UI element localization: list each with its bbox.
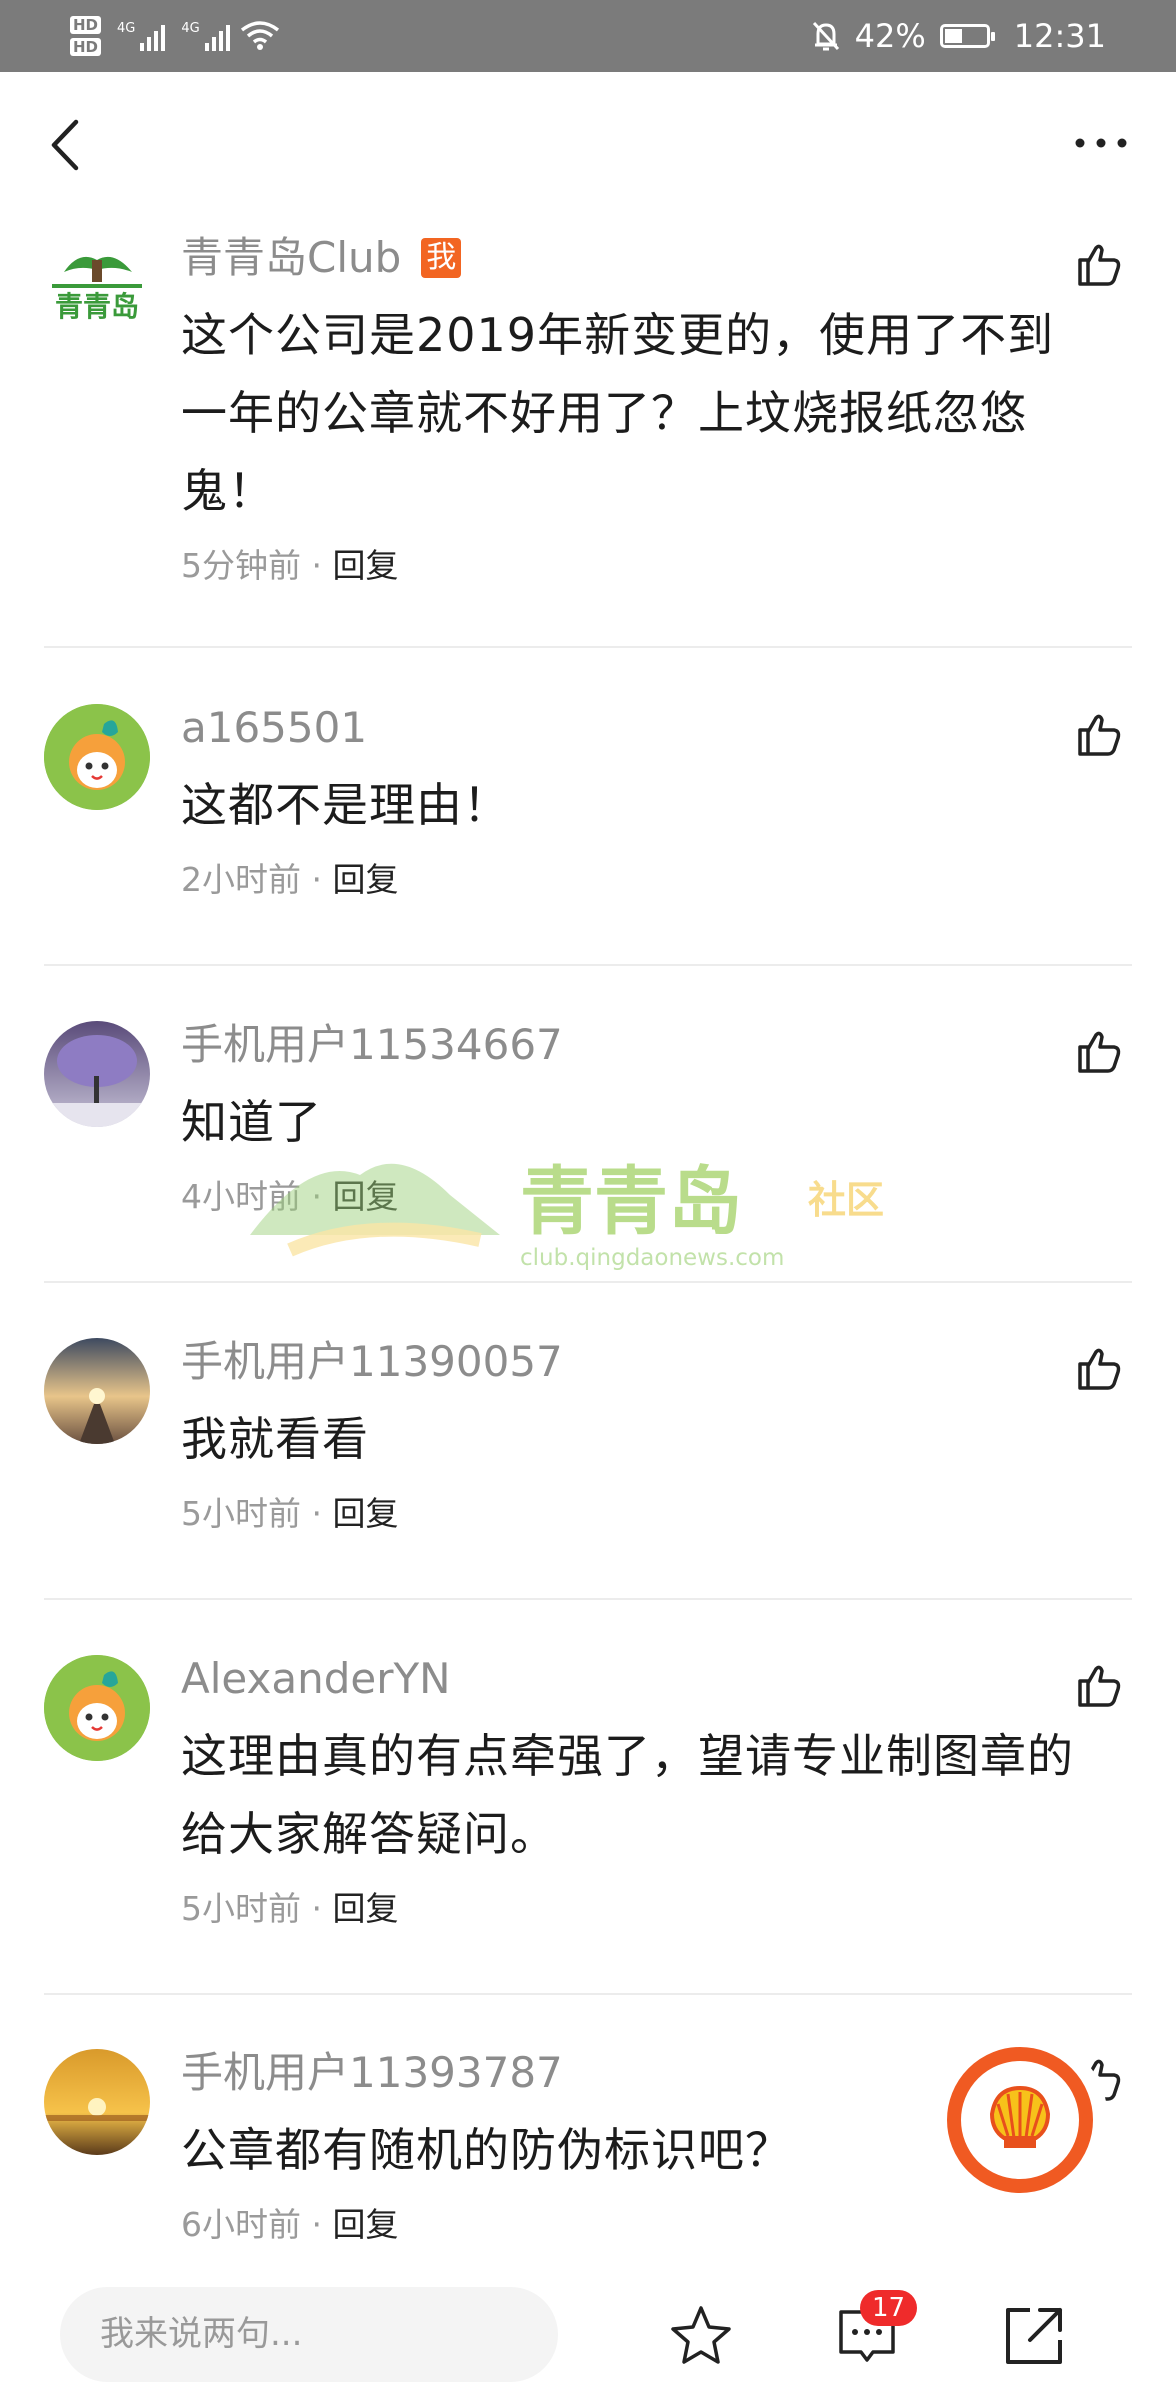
battery-icon	[939, 24, 995, 48]
status-left: HD HD 4G 4G	[70, 8, 280, 64]
star-icon[interactable]	[667, 2302, 735, 2370]
timestamp: 5小时前	[181, 1889, 301, 1928]
watermark-suffix: 社区	[808, 1178, 884, 1222]
back-arrow-icon[interactable]	[40, 110, 90, 180]
share-icon[interactable]	[1000, 2302, 1068, 2370]
network-type-2: 4G	[181, 21, 200, 36]
reply-link[interactable]: 回复	[332, 1494, 398, 1533]
wifi-icon	[240, 21, 279, 50]
mute-bell-icon	[812, 21, 839, 51]
comment-meta: 5小时前 · 回复	[181, 1490, 1076, 1538]
thumbs-up-icon[interactable]	[1074, 1661, 1124, 1711]
divider	[44, 1598, 1132, 1600]
comment-text: 这都不是理由！	[181, 778, 510, 832]
divider	[44, 1281, 1132, 1283]
reply-link[interactable]: 回复	[332, 1889, 398, 1928]
meta-separator: ·	[301, 1494, 333, 1533]
meta-separator: ·	[301, 546, 333, 585]
username[interactable]: a165501	[181, 700, 1076, 756]
watermark-title: 青青岛	[520, 1159, 742, 1245]
qingqingdao-logo-icon: 青青岛	[52, 256, 142, 323]
comment-text: 我就看看	[181, 1412, 369, 1466]
avatar[interactable]: 青青岛	[44, 230, 150, 336]
logo-text: 青青岛	[55, 290, 139, 323]
sunset-sea-avatar	[44, 2049, 150, 2155]
thumbs-up-icon[interactable]	[1074, 1027, 1124, 1077]
hd-label-1: HD	[70, 16, 102, 34]
timestamp: 6小时前	[181, 2205, 301, 2244]
avatar[interactable]	[44, 1338, 150, 1444]
avatar[interactable]	[44, 704, 150, 810]
mascot-avatar-icon	[44, 704, 150, 810]
comment-body: AlexanderYN 这理由真的有点牵强了，望请专业制图章的给大家解答疑问。 …	[181, 1651, 1076, 1933]
sunset-pier-avatar	[44, 1338, 150, 1444]
avatar[interactable]	[44, 1655, 150, 1761]
avatar[interactable]	[44, 1021, 150, 1127]
tree-photo-avatar	[44, 1021, 150, 1127]
signal-icon: 4G	[117, 21, 166, 51]
username-text[interactable]: 青青岛Club	[181, 230, 401, 286]
divider	[44, 646, 1132, 648]
thumbs-up-icon[interactable]	[1074, 240, 1124, 290]
divider	[44, 964, 1132, 966]
more-options-icon[interactable]	[1066, 118, 1136, 168]
meta-separator: ·	[301, 2205, 333, 2244]
battery-fill	[944, 29, 962, 43]
comment-meta: 5分钟前 · 回复	[181, 542, 1076, 590]
username[interactable]: 青青岛Club 我	[181, 230, 1076, 286]
divider	[44, 1993, 1132, 1995]
comment-text: 这理由真的有点牵强了，望请专业制图章的给大家解答疑问。	[181, 1729, 1074, 1861]
comment-count-badge: 17	[860, 2290, 918, 2326]
avatar[interactable]	[44, 2049, 150, 2155]
reply-link[interactable]: 回复	[332, 2205, 398, 2244]
comment-meta: 5小时前 · 回复	[181, 1885, 1076, 1933]
me-badge: 我	[421, 238, 462, 278]
hd-indicators: HD HD	[70, 16, 102, 56]
comment-body: a165501 这都不是理由！ 2小时前 · 回复	[181, 700, 1076, 904]
hd-label-2: HD	[70, 38, 102, 56]
timestamp: 5分钟前	[181, 546, 301, 585]
signal-icon-2: 4G	[181, 21, 230, 51]
username[interactable]: 手机用户11534667	[181, 1017, 1076, 1073]
reply-link[interactable]: 回复	[332, 860, 398, 899]
comment-meta: 2小时前 · 回复	[181, 856, 1076, 904]
timestamp: 5小时前	[181, 1494, 301, 1533]
username[interactable]: 手机用户11390057	[181, 1334, 1076, 1390]
network-type-1: 4G	[117, 21, 136, 36]
status-right: 42% 12:31	[811, 0, 1106, 72]
meta-separator: ·	[301, 1889, 333, 1928]
username[interactable]: AlexanderYN	[181, 1651, 1076, 1707]
comment-input[interactable]: 我来说两句...	[60, 2287, 558, 2382]
battery-percent: 42%	[854, 17, 926, 55]
clock: 12:31	[1013, 17, 1106, 55]
watermark-url: club.qingdaonews.com	[520, 1245, 784, 1270]
thumbs-up-icon[interactable]	[1074, 1344, 1124, 1394]
status-bar: HD HD 4G 4G 42% 12:31	[0, 0, 1176, 72]
comment-text: 这个公司是2019年新变更的，使用了不到一年的公章就不好用了？上坟烧报纸忽悠鬼！	[181, 308, 1055, 518]
timestamp: 2小时前	[181, 860, 301, 899]
reply-link[interactable]: 回复	[332, 546, 398, 585]
meta-separator: ·	[301, 860, 333, 899]
bottom-bar: 我来说两句... 17	[0, 2260, 1176, 2400]
comment-body: 手机用户11390057 我就看看 5小时前 · 回复	[181, 1334, 1076, 1538]
mascot-avatar-icon	[44, 1655, 150, 1761]
thumbs-up-icon[interactable]	[1074, 710, 1124, 760]
comment-body: 青青岛Club 我 这个公司是2019年新变更的，使用了不到一年的公章就不好用了…	[181, 230, 1076, 590]
qingqingdao-watermark: 青青岛 社区 club.qingdaonews.com	[250, 1159, 884, 1270]
shell-promo-button[interactable]	[930, 2030, 1110, 2210]
